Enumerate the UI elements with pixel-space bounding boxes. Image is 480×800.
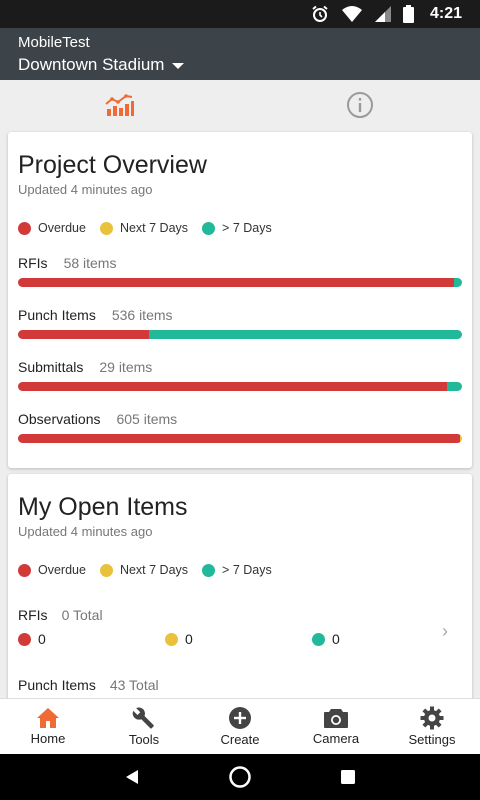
row-count: 58 items	[63, 255, 117, 271]
row-count: 605 items	[116, 411, 178, 427]
wifi-icon	[341, 6, 362, 22]
updated-label: Updated 4 minutes ago	[18, 524, 153, 539]
my-open-items-card: My Open Items Updated 4 minutes ago Over…	[8, 474, 472, 698]
chart-trend-icon	[105, 94, 134, 116]
legend-overdue: Overdue	[18, 221, 86, 235]
card-title: Project Overview	[18, 151, 207, 179]
system-nav-bar	[0, 754, 480, 800]
progress-bar	[18, 278, 462, 287]
app-bar: MobileTest Downtown Stadium	[0, 28, 480, 80]
next7-dot	[99, 563, 113, 577]
content-area[interactable]: Project Overview Updated 4 minutes ago O…	[0, 130, 480, 698]
camera-icon	[324, 709, 348, 728]
overdue-dot	[18, 221, 31, 235]
home-circle-icon[interactable]	[228, 765, 252, 789]
open-item-row-rfis[interactable]: RFIs 0 Total 0 0 0 ›	[18, 607, 462, 647]
gt7-segment	[446, 382, 462, 391]
row-label: Observations	[18, 411, 101, 427]
overview-row-observations[interactable]: Observations 605 items	[18, 411, 462, 443]
app-name: MobileTest	[18, 34, 90, 51]
battery-icon	[402, 5, 414, 23]
overdue-segment	[18, 278, 455, 287]
chevron-right-icon: ›	[442, 691, 448, 698]
legend-next7: Next 7 Days	[99, 563, 188, 577]
wrench-icon	[132, 707, 154, 729]
nav-create[interactable]: Create	[192, 699, 288, 754]
progress-bar	[18, 434, 462, 443]
open-item-row-punch-items[interactable]: Punch Items43 Total 41 0 2 ›	[18, 677, 462, 698]
nav-home[interactable]: Home	[0, 699, 96, 754]
row-total: 43 Total	[109, 677, 159, 693]
legend-overdue: Overdue	[18, 563, 86, 577]
project-selector[interactable]: Downtown Stadium	[18, 54, 462, 76]
info-icon	[347, 92, 373, 118]
next7-dot	[165, 632, 178, 646]
card-title: My Open Items	[18, 493, 188, 521]
gt7-segment	[454, 278, 462, 287]
tab-bar	[0, 80, 480, 130]
row-label: RFIs	[18, 255, 48, 271]
overdue-segment	[18, 330, 149, 339]
clock: 4:21	[429, 5, 462, 22]
row-label: Punch Items	[18, 307, 96, 323]
gear-icon	[420, 706, 444, 730]
home-icon	[37, 708, 59, 728]
overview-row-punch-items[interactable]: Punch Items 536 items	[18, 307, 462, 339]
chevron-right-icon: ›	[442, 621, 448, 641]
project-name: Downtown Stadium	[18, 55, 165, 74]
tab-overview[interactable]	[0, 80, 240, 130]
overview-row-submittals[interactable]: Submittals 29 items	[18, 359, 462, 391]
status-bar: 4:21	[0, 0, 480, 28]
back-icon[interactable]	[124, 769, 140, 785]
alarm-icon	[312, 5, 328, 22]
gt7-count: 0	[312, 631, 459, 647]
row-count: 29 items	[99, 359, 153, 375]
next7-segment	[459, 434, 462, 443]
row-label: Submittals	[18, 359, 84, 375]
next7-count: 0	[165, 631, 312, 647]
legend: Overdue Next 7 Days > 7 Days	[18, 563, 462, 577]
tab-info[interactable]	[240, 80, 480, 130]
recents-icon[interactable]	[340, 769, 356, 785]
progress-bar	[18, 330, 462, 339]
gt7-dot	[202, 221, 216, 235]
overdue-segment	[18, 434, 460, 443]
row-label: Punch Items	[18, 677, 96, 693]
row-count: 536 items	[111, 307, 173, 323]
nav-tools[interactable]: Tools	[96, 699, 192, 754]
dropdown-caret-icon	[172, 63, 185, 69]
gt7-segment	[148, 330, 462, 339]
overdue-dot	[18, 563, 31, 577]
overview-row-rfis[interactable]: RFIs 58 items	[18, 255, 462, 287]
gt7-dot	[312, 632, 325, 646]
legend-gt7: > 7 Days	[202, 221, 272, 235]
legend-next7: Next 7 Days	[99, 221, 188, 235]
gt7-dot	[202, 563, 216, 577]
row-total: 0 Total	[61, 607, 103, 623]
legend-gt7: > 7 Days	[202, 563, 272, 577]
overdue-count: 0	[18, 631, 165, 647]
bottom-nav: Home Tools Create Camera Settings	[0, 698, 480, 754]
overdue-dot	[18, 632, 31, 646]
progress-bar	[18, 382, 462, 391]
project-overview-card: Project Overview Updated 4 minutes ago O…	[8, 132, 472, 468]
legend: Overdue Next 7 Days > 7 Days	[18, 221, 462, 235]
nav-camera[interactable]: Camera	[288, 699, 384, 754]
nav-settings[interactable]: Settings	[384, 699, 480, 754]
add-circle-icon	[229, 707, 251, 729]
updated-label: Updated 4 minutes ago	[18, 182, 153, 197]
signal-icon	[374, 6, 391, 22]
overdue-segment	[18, 382, 447, 391]
next7-dot	[99, 221, 113, 235]
row-label: RFIs	[18, 607, 48, 623]
